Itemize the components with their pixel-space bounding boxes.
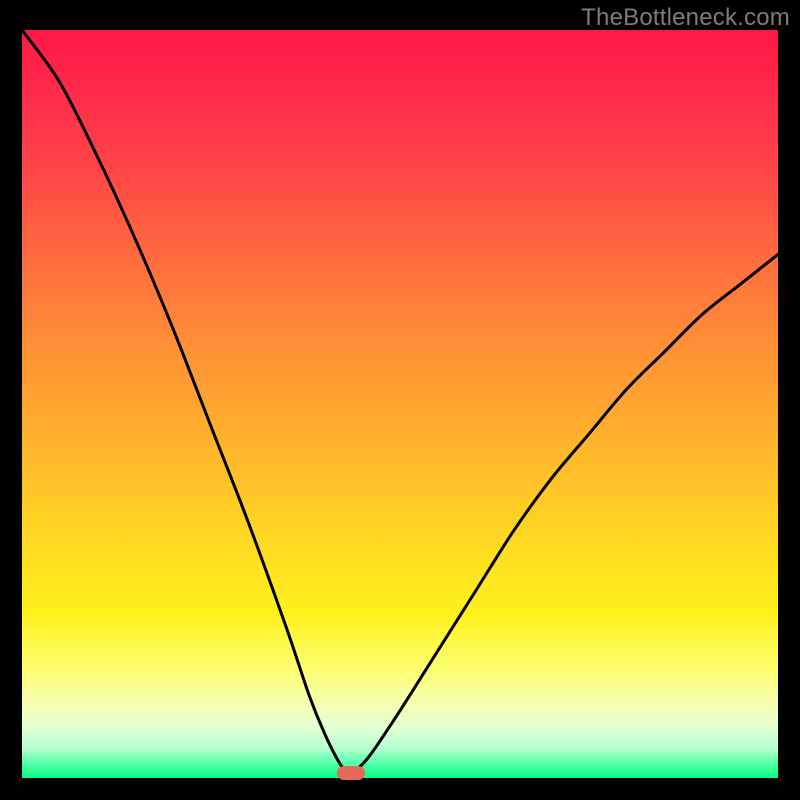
watermark-text: TheBottleneck.com — [581, 4, 790, 32]
chart-frame: TheBottleneck.com — [0, 0, 800, 800]
bottleneck-curve-path — [22, 30, 778, 772]
plot-area — [22, 30, 778, 778]
curve-svg — [22, 30, 778, 778]
minimum-marker — [337, 766, 365, 780]
